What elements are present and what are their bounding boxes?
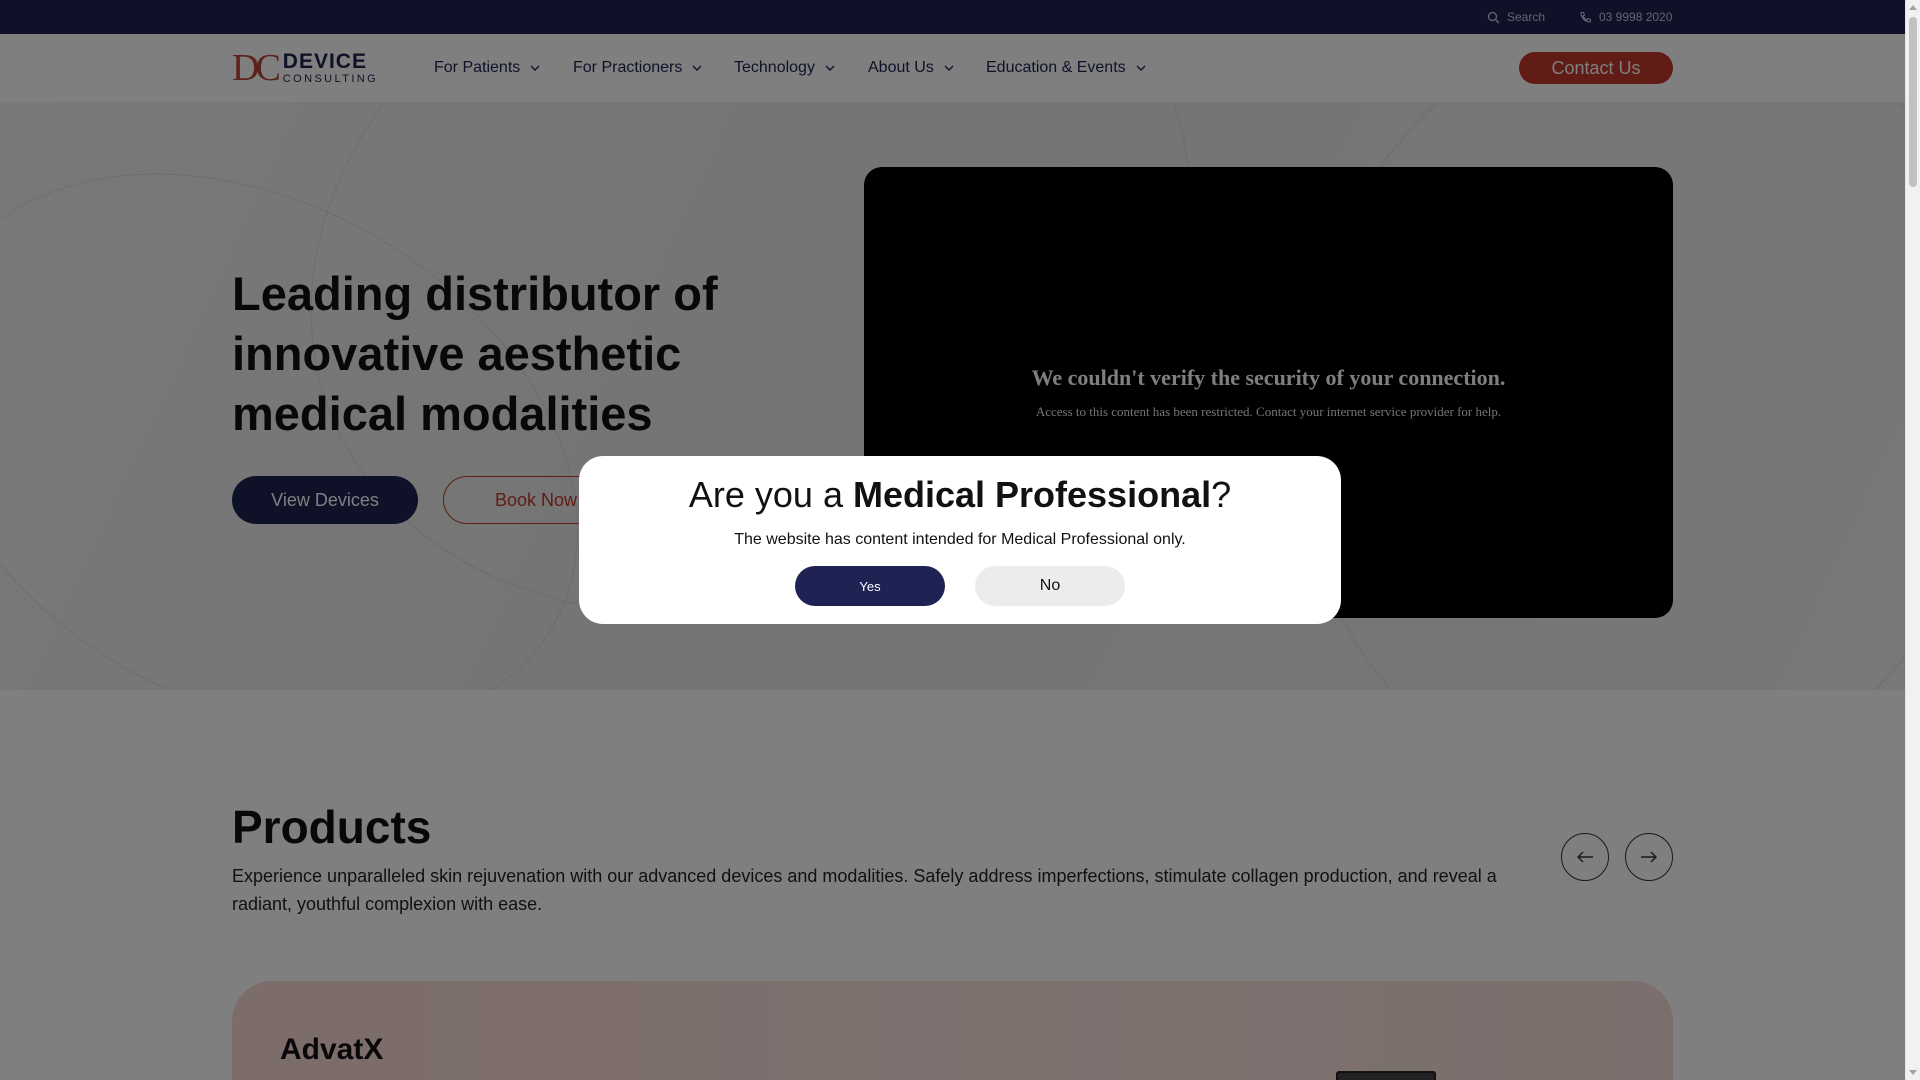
modal-title: Are you a Medical Professional? <box>579 474 1341 516</box>
medical-professional-modal: Are you a Medical Professional? The webs… <box>579 456 1341 624</box>
modal-text: The website has content intended for Med… <box>734 531 1186 548</box>
scrollbar-thumb[interactable] <box>1909 17 1917 187</box>
page-scrollbar[interactable] <box>1905 0 1920 1080</box>
yes-button[interactable]: Yes <box>795 566 945 606</box>
modal-title-bold: Medical Professional <box>852 474 1212 515</box>
scroll-up-arrow[interactable] <box>1909 5 1917 10</box>
modal-title-suffix: ? <box>1211 474 1232 515</box>
no-button[interactable]: No <box>975 566 1125 606</box>
modal-title-prefix: Are you a <box>688 474 853 515</box>
scroll-down-arrow[interactable] <box>1909 1070 1917 1075</box>
